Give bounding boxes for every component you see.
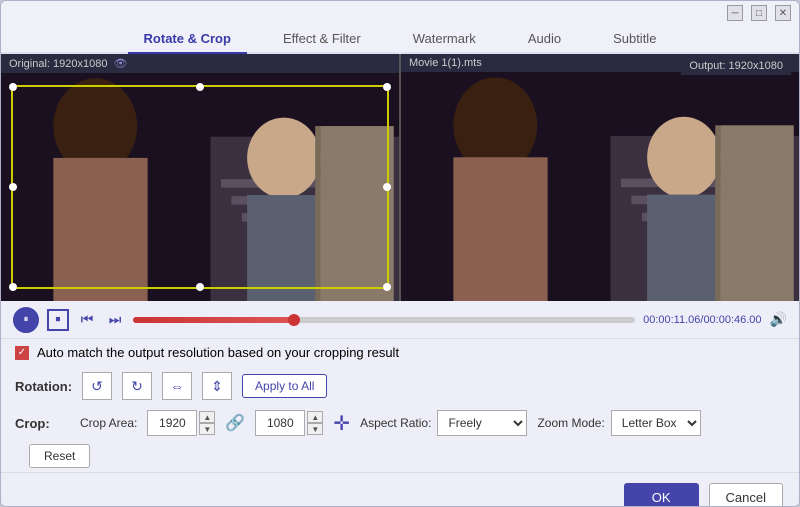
height-input-group: ▲ ▼ [255, 410, 323, 436]
video-section: Original: 1920x1080 👁 [1, 54, 799, 301]
progress-thumb[interactable] [288, 314, 300, 326]
maximize-button[interactable]: □ [751, 5, 767, 21]
controls-section: ⏸ ⏹ ⏮ ⏭ 00:00:11.06/00:00:46.00 🔊 Auto m… [1, 301, 799, 507]
rotation-row: Rotation: ↺ ↻ ⇔ ⇕ Apply to All [1, 366, 799, 406]
width-up-btn[interactable]: ▲ [199, 411, 215, 423]
tab-rotate-crop[interactable]: Rotate & Crop [128, 25, 247, 54]
output-video-frame [401, 72, 799, 301]
tab-watermark[interactable]: Watermark [397, 25, 492, 54]
aspect-ratio-group: Aspect Ratio: Freely [360, 410, 527, 436]
zoom-mode-select[interactable]: Letter Box [611, 410, 701, 436]
width-spinners: ▲ ▼ [199, 411, 215, 435]
link-icon[interactable]: 🔗 [225, 413, 245, 433]
width-down-btn[interactable]: ▼ [199, 423, 215, 435]
reset-row: Reset [1, 440, 799, 472]
tab-audio[interactable]: Audio [512, 25, 577, 54]
output-video-preview [401, 72, 799, 301]
original-video-pane: Original: 1920x1080 👁 [1, 54, 399, 301]
prev-frame-button[interactable]: ⏮ [77, 310, 97, 330]
crop-width-input[interactable] [147, 410, 197, 436]
playback-controls: ⏸ ⏹ ⏮ ⏭ 00:00:11.06/00:00:46.00 🔊 [1, 301, 799, 339]
crop-label: Crop: [15, 416, 70, 431]
zoom-mode-label: Zoom Mode: [537, 416, 604, 430]
minimize-button[interactable]: ─ [727, 5, 743, 21]
close-button[interactable]: ✕ [775, 5, 791, 21]
height-down-btn[interactable]: ▼ [307, 423, 323, 435]
output-label: Output: 1920x1080 [681, 57, 791, 75]
width-input-group: ▲ ▼ [147, 410, 215, 436]
cancel-button[interactable]: Cancel [709, 483, 783, 507]
original-video-preview [1, 73, 399, 301]
crosshair-icon[interactable]: ✛ [333, 411, 350, 436]
pause-button[interactable]: ⏸ [13, 307, 39, 333]
height-spinners: ▲ ▼ [307, 411, 323, 435]
crop-height-input[interactable] [255, 410, 305, 436]
flip-vertical-btn[interactable]: ⇕ [202, 372, 232, 400]
crop-row: Crop: Crop Area: ▲ ▼ 🔗 ▲ ▼ [1, 406, 799, 440]
zoom-mode-group: Zoom Mode: Letter Box [537, 410, 700, 436]
output-video-pane: Movie 1(1).mts [401, 54, 799, 301]
reset-button[interactable]: Reset [29, 444, 90, 468]
volume-icon[interactable]: 🔊 [770, 311, 787, 328]
original-label: Original: 1920x1080 👁 [1, 54, 399, 73]
auto-match-checkbox[interactable] [15, 346, 29, 360]
original-video-frame [1, 73, 399, 301]
auto-match-label: Auto match the output resolution based o… [37, 345, 399, 360]
eye-icon[interactable]: 👁 [113, 57, 127, 70]
aspect-ratio-select[interactable]: Freely [437, 410, 527, 436]
options-row: Auto match the output resolution based o… [1, 339, 799, 366]
time-display: 00:00:11.06/00:00:46.00 [643, 314, 761, 326]
flip-horizontal-btn[interactable]: ⇔ [162, 372, 192, 400]
progress-fill [133, 317, 294, 323]
progress-bar[interactable] [133, 317, 635, 323]
tab-bar: Rotate & Crop Effect & Filter Watermark … [1, 25, 799, 54]
rotation-label: Rotation: [15, 379, 72, 394]
ok-button[interactable]: OK [624, 483, 699, 507]
next-frame-button[interactable]: ⏭ [105, 310, 125, 330]
tab-effect-filter[interactable]: Effect & Filter [267, 25, 377, 54]
main-window: ─ □ ✕ Rotate & Crop Effect & Filter Wate… [0, 0, 800, 507]
title-bar: ─ □ ✕ [1, 1, 799, 25]
bottom-bar: OK Cancel [1, 472, 799, 507]
rotate-right-btn[interactable]: ↻ [122, 372, 152, 400]
crop-area-label: Crop Area: [80, 416, 137, 430]
tab-subtitle[interactable]: Subtitle [597, 25, 672, 54]
stop-button[interactable]: ⏹ [47, 309, 69, 331]
rotate-left-btn[interactable]: ↺ [82, 372, 112, 400]
height-up-btn[interactable]: ▲ [307, 411, 323, 423]
apply-to-all-button[interactable]: Apply to All [242, 374, 327, 398]
aspect-ratio-label: Aspect Ratio: [360, 416, 431, 430]
